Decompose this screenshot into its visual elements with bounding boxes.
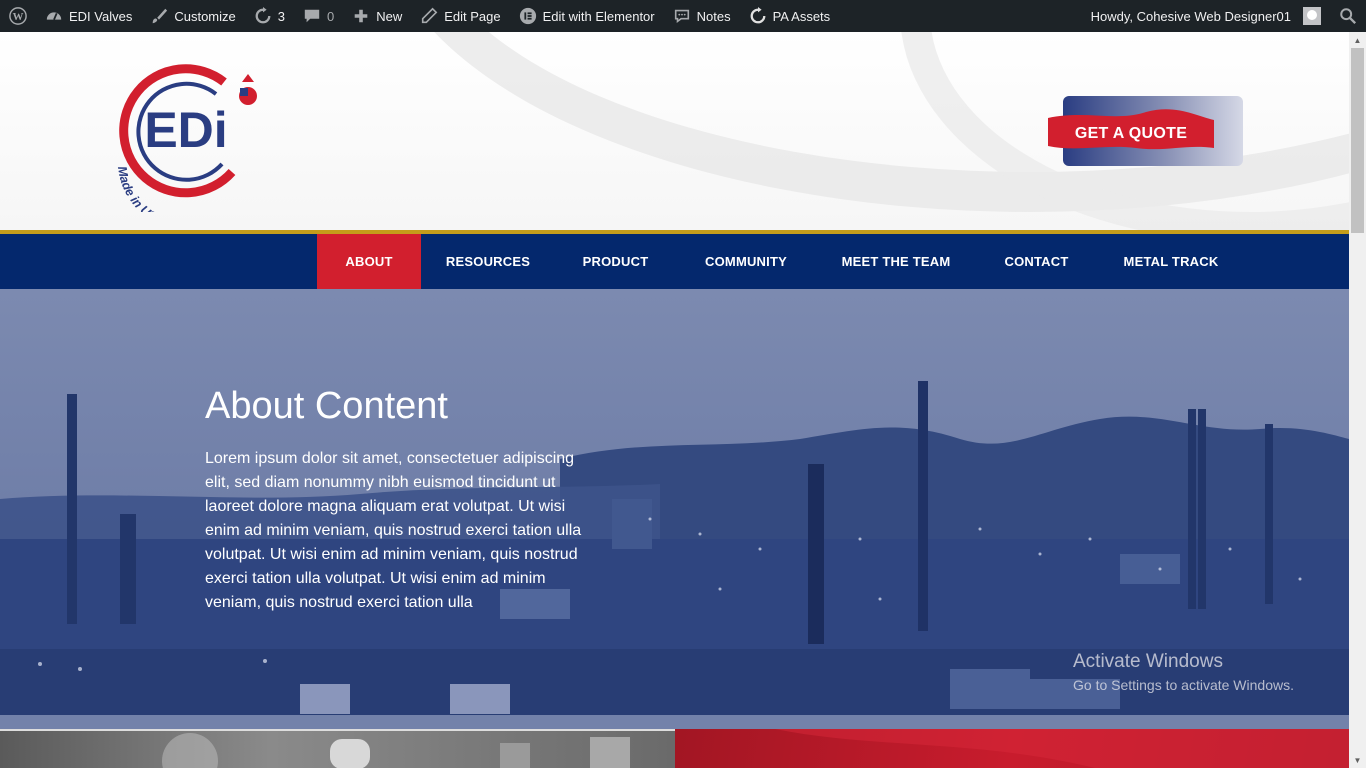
activate-windows-title: Activate Windows (1073, 651, 1223, 672)
nav-label: PRODUCT (582, 254, 649, 269)
notes-label: Notes (696, 8, 731, 24)
activate-windows-subtitle: Go to Settings to activate Windows. (1073, 677, 1294, 693)
pencil-icon (420, 7, 438, 25)
scrollbar-thumb[interactable] (1351, 48, 1364, 233)
nav-item-resources[interactable]: RESOURCES (421, 234, 555, 289)
hero-section: About Content Lorem ipsum dolor sit amet… (0, 289, 1349, 729)
edit-page-button[interactable]: Edit Page (411, 0, 509, 32)
update-refresh-icon (254, 7, 272, 25)
pa-assets-label: PA Assets (772, 8, 831, 24)
product-image-panel (0, 729, 675, 768)
edit-elementor-button[interactable]: Edit with Elementor (510, 0, 664, 32)
pa-assets-button[interactable]: PA Assets (740, 0, 840, 32)
nav-label: MEET THE TEAM (841, 254, 951, 269)
nav-label: METAL TRACK (1123, 254, 1219, 269)
hero-bottom-strip (0, 715, 1349, 729)
logo-wordmark: EDi (144, 102, 227, 158)
dashboard-gauge-icon (45, 7, 63, 25)
howdy-label: Howdy, Cohesive Web Designer01 (1090, 8, 1291, 24)
notes-bubble-icon (673, 7, 691, 25)
quote-button-label: GET A QUOTE (1074, 125, 1188, 142)
activate-windows-watermark: Activate Windows Go to Settings to activ… (1073, 651, 1294, 693)
nav-label: COMMUNITY (705, 254, 787, 269)
new-label: New (376, 8, 403, 24)
elementor-icon (519, 7, 537, 25)
wordpress-icon: W (9, 7, 27, 25)
nav-label: ABOUT (345, 254, 393, 269)
updates-button[interactable]: 3 (245, 0, 294, 32)
get-a-quote-button[interactable]: GET A QUOTE (1046, 96, 1243, 168)
nav-item-about[interactable]: ABOUT (317, 234, 421, 289)
new-content-button[interactable]: New (343, 0, 411, 32)
main-navigation: ABOUT RESOURCES PRODUCT COMMUNITY MEET T… (0, 230, 1349, 289)
scroll-down-arrow-icon[interactable]: ▼ (1349, 752, 1366, 768)
scroll-up-arrow-icon[interactable]: ▲ (1349, 32, 1366, 48)
plus-icon (352, 7, 370, 25)
red-promo-panel (675, 729, 1349, 768)
notes-button[interactable]: Notes (664, 0, 740, 32)
site-header: EDi Made in USA Ball Valves GET A QUOTE (0, 32, 1349, 230)
red-swoosh-decoration (775, 729, 1349, 768)
assets-refresh-icon (749, 7, 767, 25)
edit-page-label: Edit Page (444, 8, 501, 24)
valves-photo (162, 733, 630, 768)
site-logo[interactable]: EDi Made in USA Ball Valves (104, 52, 264, 230)
brush-icon (150, 7, 168, 25)
nav-item-metal-track[interactable]: METAL TRACK (1097, 234, 1245, 289)
hero-title: About Content (205, 385, 448, 427)
customize-button[interactable]: Customize (141, 0, 244, 32)
account-menu-button[interactable]: Howdy, Cohesive Web Designer01 (1082, 0, 1330, 32)
site-name-button[interactable]: EDI Valves (36, 0, 141, 32)
customize-label: Customize (174, 8, 236, 24)
nav-item-meet-the-team[interactable]: MEET THE TEAM (816, 234, 976, 289)
hero-body-text: Lorem ipsum dolor sit amet, consectetuer… (205, 450, 582, 611)
nav-label: CONTACT (1004, 254, 1069, 269)
site-name-label: EDI Valves (69, 8, 133, 24)
admin-bar-right: Howdy, Cohesive Web Designer01 (1082, 0, 1366, 32)
nav-item-product[interactable]: PRODUCT (555, 234, 676, 289)
search-icon (1339, 7, 1357, 25)
admin-bar: W EDI Valves Customize 3 0 New Edit Page… (0, 0, 1366, 32)
nav-item-contact[interactable]: CONTACT (976, 234, 1097, 289)
nav-label: RESOURCES (445, 254, 531, 269)
edit-elementor-label: Edit with Elementor (542, 8, 655, 24)
nav-item-community[interactable]: COMMUNITY (676, 234, 816, 289)
avatar (1303, 7, 1321, 25)
svg-text:W: W (13, 11, 24, 23)
admin-search-button[interactable] (1330, 0, 1366, 32)
comment-bubble-icon (303, 7, 321, 25)
comments-button[interactable]: 0 (294, 0, 343, 32)
comments-count: 0 (327, 8, 335, 24)
wordpress-logo-button[interactable]: W (0, 0, 36, 32)
updates-count: 3 (277, 8, 285, 24)
page-scrollbar[interactable]: ▲ ▼ (1349, 32, 1366, 768)
